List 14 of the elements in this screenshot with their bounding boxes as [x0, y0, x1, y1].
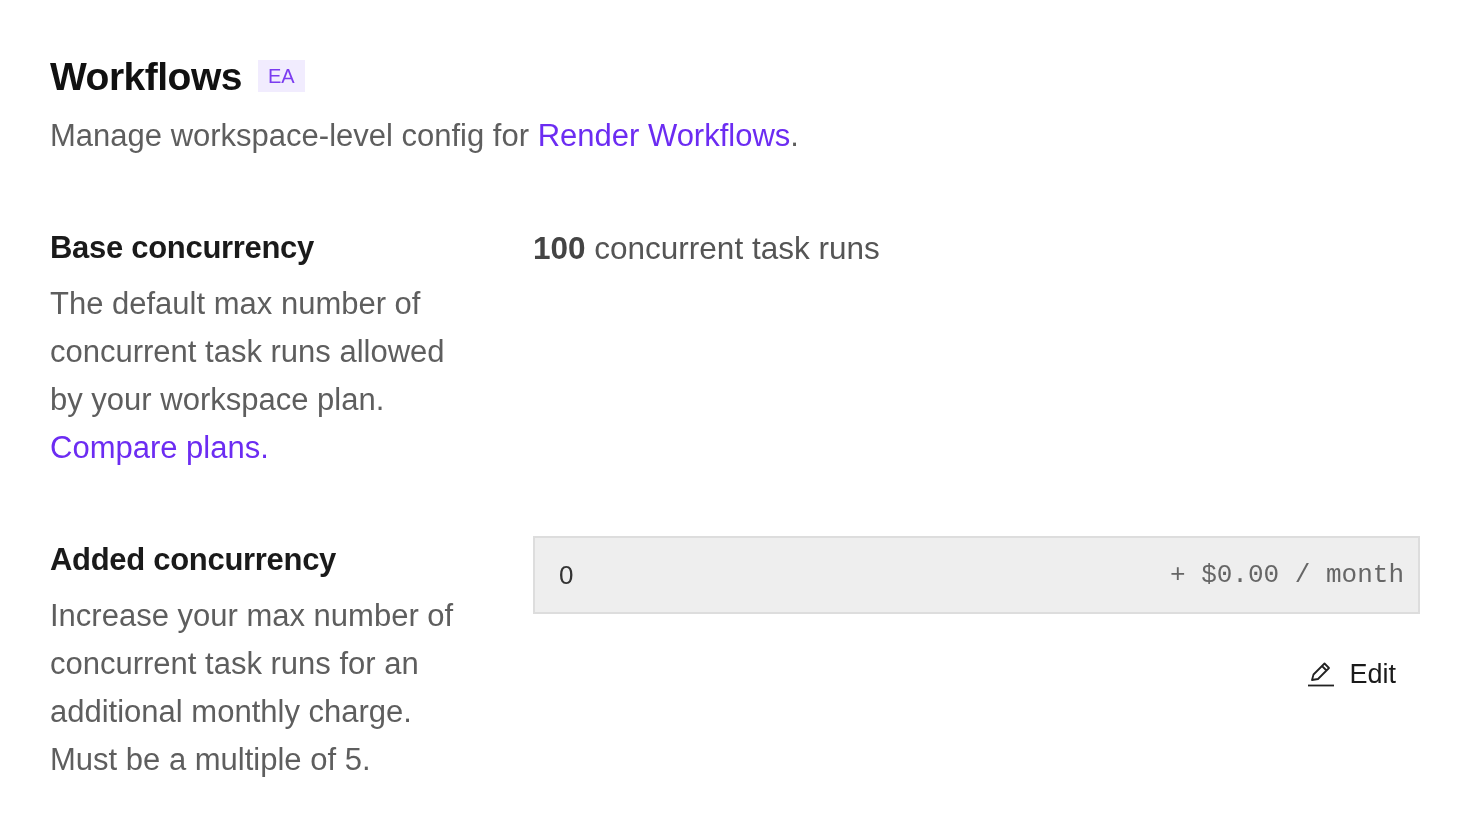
setting-description: Increase your max number of concurrent task runs for an additional monthly charge. Must be a multiple of 5. [50, 597, 455, 779]
early-access-badge: EA [257, 60, 305, 92]
compare-plans-link[interactable]: Compare plans. [50, 424, 269, 472]
page-description: Manage workspace-level config for Render Workflows. [50, 117, 800, 155]
page-title: Workflows [50, 54, 242, 100]
setting-label: Added concurrency [50, 541, 338, 579]
setting-label: Base concurrency [50, 229, 315, 267]
render-workflows-link[interactable]: Render Workflows [537, 118, 791, 153]
pencil-icon [1307, 661, 1336, 687]
concurrency-input[interactable]: 0 + $0.00 / month [533, 536, 1420, 614]
edit-button[interactable]: Edit [1283, 650, 1420, 698]
price-suffix: + $0.00 / month [1169, 560, 1404, 590]
concurrency-value: 100 concurrent task runs [533, 229, 881, 268]
setting-description: The default max number of concurrent task runs allowed by your workspace plan. Compare plans. [50, 280, 480, 472]
